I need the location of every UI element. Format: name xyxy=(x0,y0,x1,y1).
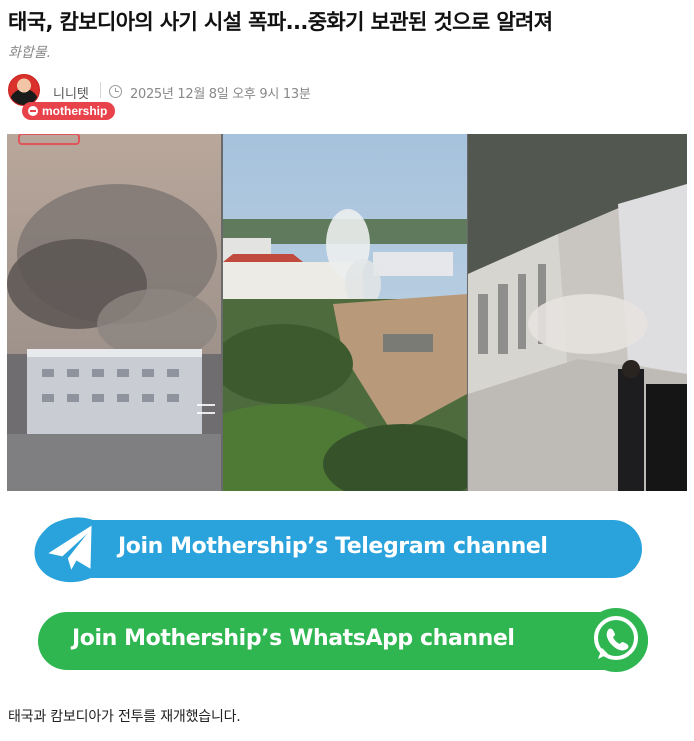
photo-panel-drone xyxy=(7,134,221,491)
author-name[interactable]: 니니텟 xyxy=(53,83,89,102)
telegram-channel-button[interactable]: Join Mothership’s Telegram channel xyxy=(38,520,642,578)
article-title: 태국, 캄보디아의 사기 시설 폭파...중화기 보관된 것으로 알려져 xyxy=(8,10,553,34)
publish-date: 2025년 12월 8일 오후 9시 13분 xyxy=(130,87,311,102)
photo-panel-compound xyxy=(223,134,467,491)
whatsapp-channel-label: Join Mothership’s WhatsApp channel xyxy=(72,626,515,651)
article-subtitle: 화합물. xyxy=(8,45,52,61)
clock-icon xyxy=(109,85,122,98)
telegram-channel-label: Join Mothership’s Telegram channel xyxy=(118,534,548,559)
byline-divider xyxy=(100,82,101,98)
mothership-badge-label: mothership xyxy=(42,104,108,118)
article-body-first-line: 태국과 캄보디아가 전투를 재개했습니다. xyxy=(8,709,241,725)
photo-panel-street xyxy=(468,134,687,491)
mothership-logo-icon xyxy=(28,106,38,116)
whatsapp-channel-button[interactable]: Join Mothership’s WhatsApp channel xyxy=(38,612,648,670)
telegram-icon xyxy=(34,517,114,583)
mothership-badge[interactable]: mothership xyxy=(22,102,116,120)
byline: mothership 니니텟 2025년 12월 8일 오후 9시 13분 xyxy=(8,74,408,122)
article-photo xyxy=(7,134,687,491)
whatsapp-icon xyxy=(584,608,648,672)
